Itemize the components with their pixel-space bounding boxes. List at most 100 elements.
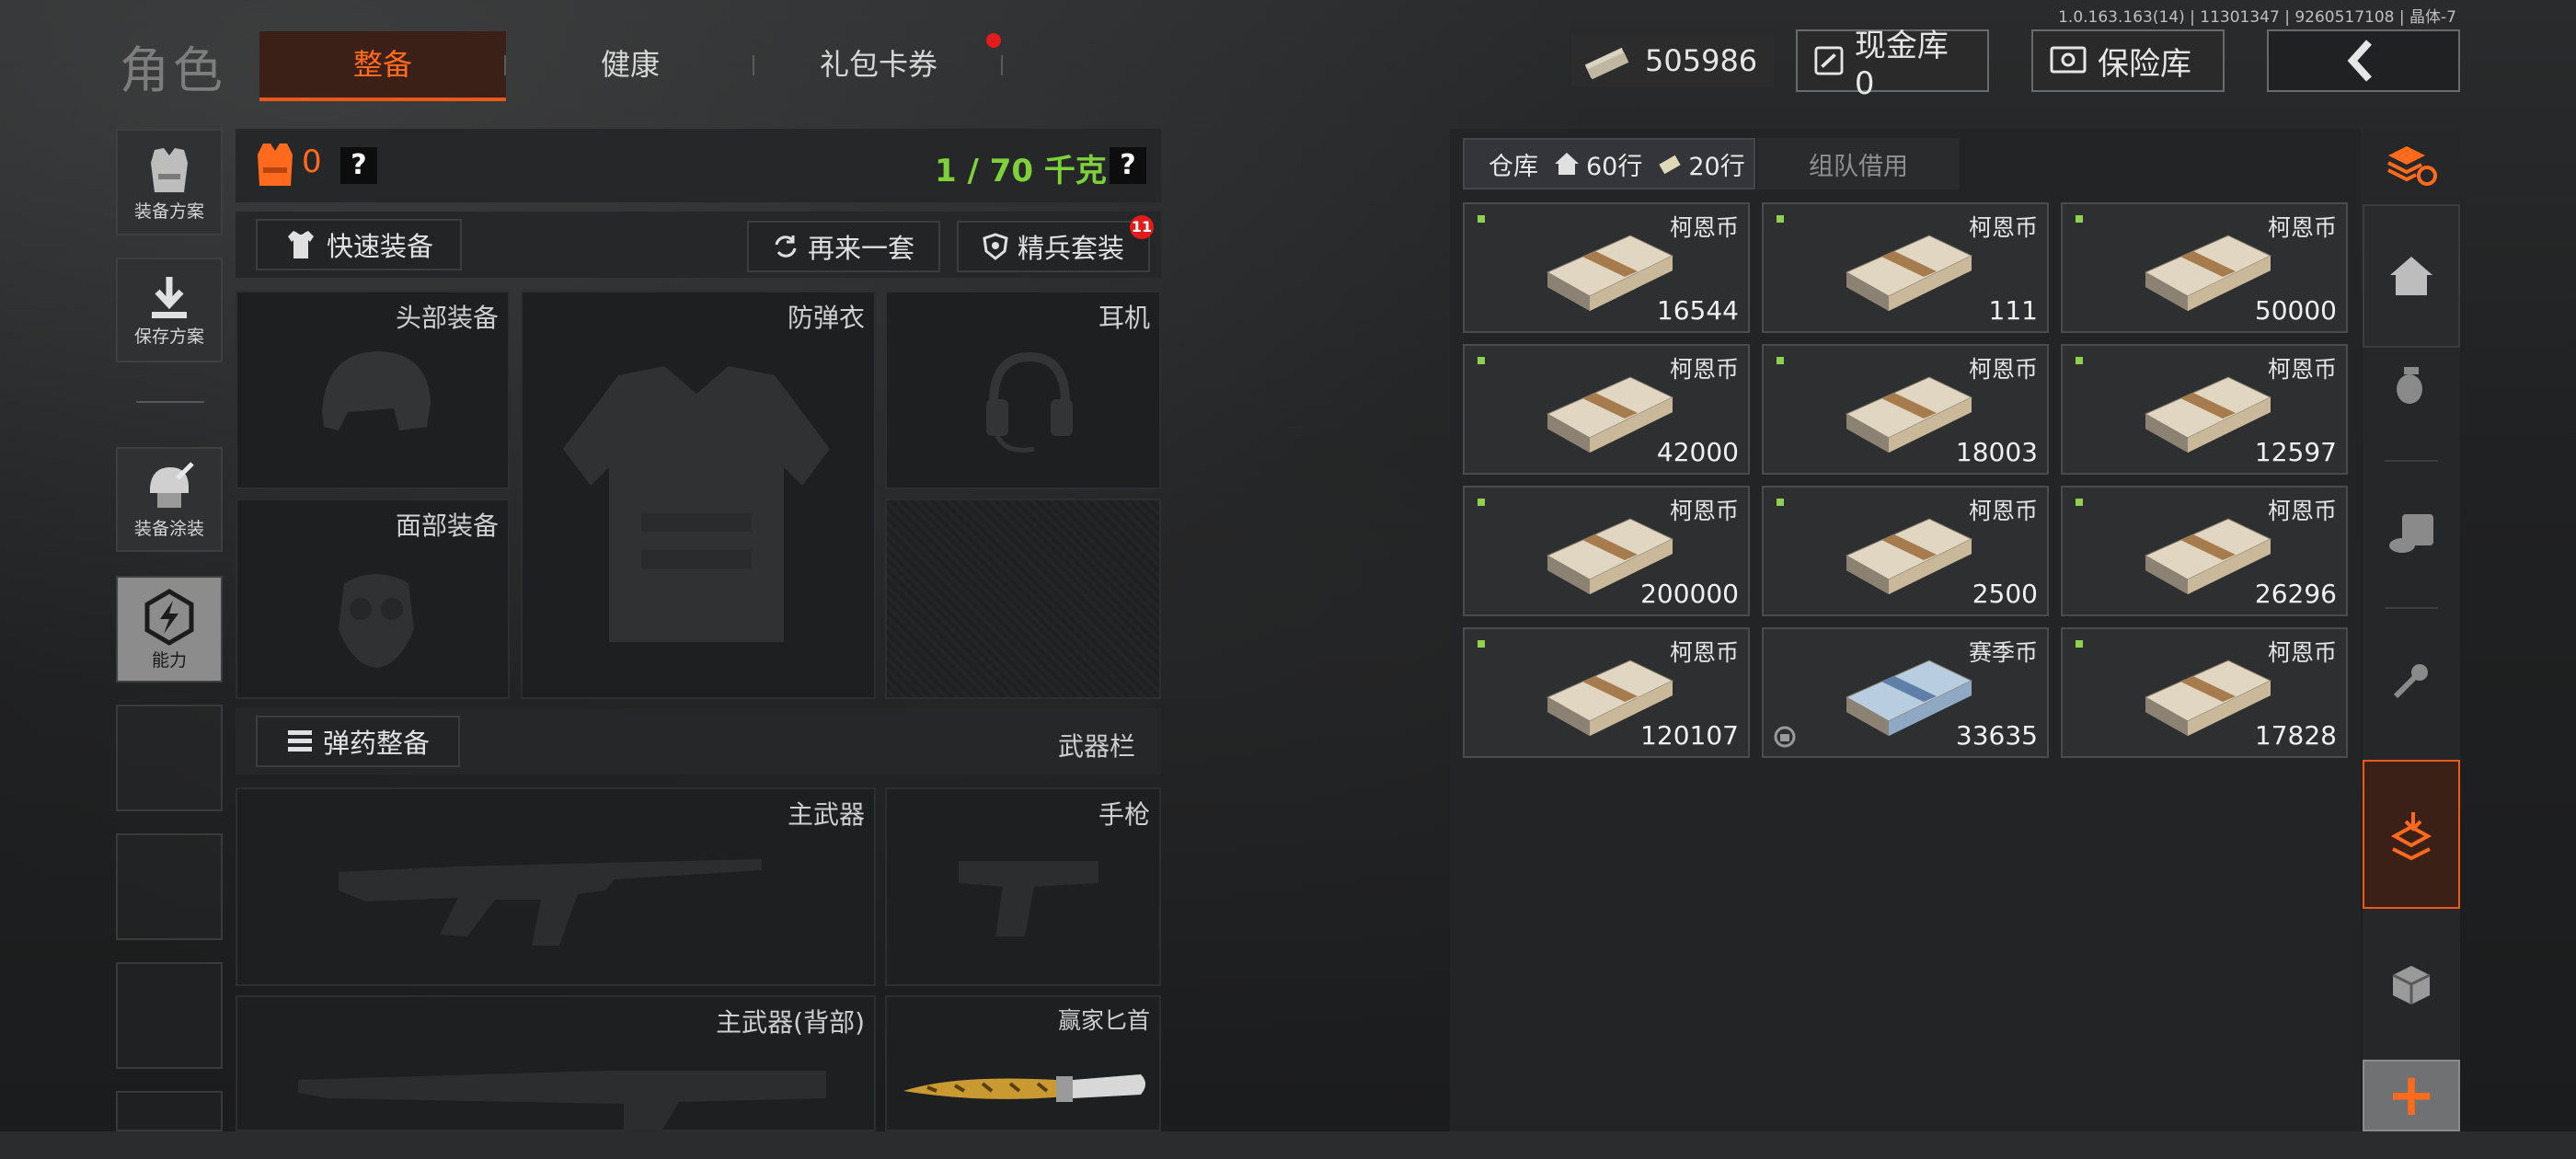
item-name: 柯恩币 — [1669, 639, 1739, 666]
cash-stack-icon — [2144, 376, 2272, 453]
box-icon — [2392, 966, 2431, 1004]
back-arrow-icon — [2347, 40, 2372, 82]
warehouse-tab-label: 仓库 — [1489, 152, 1538, 181]
tab-gift-coupons[interactable]: 礼包卡券 — [764, 31, 994, 98]
tool-divider — [136, 401, 204, 403]
headset-slot[interactable]: 耳机 — [885, 291, 1161, 489]
ability-button[interactable]: 能力 — [116, 576, 223, 683]
gold-knife-icon — [903, 1074, 1145, 1102]
inventory-item[interactable]: 柯恩币 42000 — [1463, 344, 1750, 475]
item-name: 柯恩币 — [1669, 356, 1739, 383]
bottom-strip — [0, 1131, 2576, 1159]
team-borrow-tab[interactable]: 组队借用 — [1757, 138, 1960, 189]
lightning-icon — [144, 588, 194, 646]
item-quantity: 2500 — [1972, 579, 2038, 609]
ammo-equip-label: 弹药整备 — [322, 728, 430, 759]
rail-container-button[interactable] — [2363, 947, 2460, 1021]
rifle-icon — [339, 859, 762, 946]
ability-label: 能力 — [151, 649, 187, 671]
body-armor-slot[interactable]: 防弹衣 — [521, 291, 876, 699]
save-plan-button[interactable]: 保存方案 — [116, 258, 223, 362]
another-set-label: 再来一套 — [807, 233, 914, 264]
armor-help-button[interactable]: ? — [340, 147, 377, 184]
face-gear-label: 面部装备 — [395, 511, 499, 541]
rail-keys-button[interactable] — [2363, 644, 2460, 717]
add-container-button[interactable]: + — [2363, 1060, 2460, 1131]
primary-weapon-back-label: 主武器(背部) — [716, 1007, 865, 1038]
face-gear-slot[interactable]: 面部装备 — [236, 499, 510, 699]
elite-set-label: 精兵套装 — [1017, 233, 1124, 264]
back-button[interactable] — [2267, 29, 2460, 92]
head-gear-slot[interactable]: 头部装备 — [236, 291, 510, 489]
headset-icon — [986, 351, 1073, 453]
primary-weapon-back-slot[interactable]: 主武器(背部) — [236, 995, 876, 1133]
cash-vault-label: 现金库 0 — [1854, 27, 1949, 102]
rail-home-button[interactable] — [2363, 204, 2460, 348]
rail-divider — [2385, 607, 2438, 609]
hand-dropoff-icon — [2390, 812, 2432, 860]
armor-count: 0 — [302, 143, 322, 180]
inventory-item[interactable]: 赛季币 33635 — [1762, 627, 2049, 758]
tab-equip[interactable]: 整备 — [259, 31, 506, 101]
pistol-icon — [959, 861, 1098, 936]
cash-vault-button[interactable]: 现金库 0 — [1796, 28, 1989, 102]
weight-help-button[interactable]: ? — [1110, 147, 1146, 184]
body-armor-label: 防弹衣 — [787, 303, 865, 333]
knife-label: 赢家匕首 — [1057, 1007, 1150, 1034]
helmet-paint-icon — [150, 461, 194, 508]
item-name: 柯恩币 — [1669, 214, 1739, 241]
inventory-item[interactable]: 柯恩币 16544 — [1463, 202, 1750, 333]
quick-equip-label: 快速装备 — [326, 231, 433, 262]
inventory-item[interactable]: 柯恩币 50000 — [2061, 202, 2348, 333]
sort-layers-button[interactable] — [2363, 129, 2460, 202]
rail-dropoff-button[interactable] — [2363, 760, 2460, 909]
warehouse-home-rows: 60行 — [1586, 152, 1643, 181]
inventory-item[interactable]: 柯恩币 2500 — [1762, 486, 2049, 616]
item-name: 赛季币 — [1968, 639, 2038, 666]
primary-weapon-label: 主武器 — [787, 799, 865, 830]
tab-health[interactable]: 健康 — [515, 31, 745, 98]
headset-label: 耳机 — [1098, 303, 1150, 333]
plus-icon: + — [2386, 1061, 2436, 1130]
inventory-item[interactable]: 柯恩币 17828 — [2061, 627, 2348, 758]
elite-set-button[interactable]: 精兵套装 — [957, 221, 1150, 272]
new-item-marker — [1478, 357, 1485, 364]
quick-equip-button[interactable]: 快速装备 — [256, 219, 462, 270]
gear-status-bar: 0 ? 1 / 70 千克 ? — [236, 129, 1161, 202]
equip-paint-button[interactable]: 装备涂装 — [116, 447, 223, 552]
equip-plan-button[interactable]: 装备方案 — [116, 129, 223, 235]
inventory-item[interactable]: 柯恩币 12597 — [2061, 344, 2348, 475]
item-quantity: 200000 — [1640, 579, 1739, 609]
version-info: 1.0.163.163(14) | 11301347 | 9260517108 … — [2058, 8, 2456, 27]
item-name: 柯恩币 — [2267, 498, 2337, 524]
rail-grenade-button[interactable] — [2363, 355, 2460, 414]
cash-stack-icon — [1546, 376, 1674, 453]
cash-stack-icon — [2144, 660, 2272, 736]
head-gear-label: 头部装备 — [395, 303, 499, 333]
empty-tool-slot — [116, 1091, 223, 1131]
save-plan-label: 保存方案 — [133, 326, 204, 347]
pistol-slot[interactable]: 手枪 — [885, 787, 1161, 986]
inventory-item[interactable]: 柯恩币 26296 — [2061, 486, 2348, 616]
equip-paint-label: 装备涂装 — [133, 518, 204, 539]
ammo-icon — [287, 730, 312, 752]
warehouse-tab[interactable]: 仓库 60行 20行 — [1463, 138, 1755, 189]
armor-vest-icon — [258, 143, 293, 186]
inventory-item[interactable]: 柯恩币 111 — [1762, 202, 2049, 333]
money-display: 505986 — [1571, 35, 1774, 86]
season-lock-icon — [1774, 726, 1796, 748]
item-name: 柯恩币 — [1968, 498, 2038, 524]
ammo-equip-button[interactable]: 弹药整备 — [256, 716, 460, 767]
safe-box-button[interactable]: 保险库 — [2031, 29, 2225, 92]
equip-plan-label: 装备方案 — [133, 201, 204, 222]
item-name: 柯恩币 — [1968, 214, 2038, 241]
knife-slot[interactable]: 赢家匕首 — [885, 995, 1161, 1131]
rail-divider — [2385, 460, 2438, 462]
another-set-button[interactable]: 再来一套 — [747, 221, 940, 272]
rail-consumables-button[interactable] — [2363, 497, 2460, 570]
inventory-item[interactable]: 柯恩币 18003 — [1762, 344, 2049, 475]
inventory-item[interactable]: 柯恩币 120107 — [1463, 627, 1750, 758]
primary-weapon-slot[interactable]: 主武器 — [236, 787, 876, 986]
inventory-item[interactable]: 柯恩币 200000 — [1463, 486, 1750, 616]
page-title: 角色 — [120, 41, 226, 99]
